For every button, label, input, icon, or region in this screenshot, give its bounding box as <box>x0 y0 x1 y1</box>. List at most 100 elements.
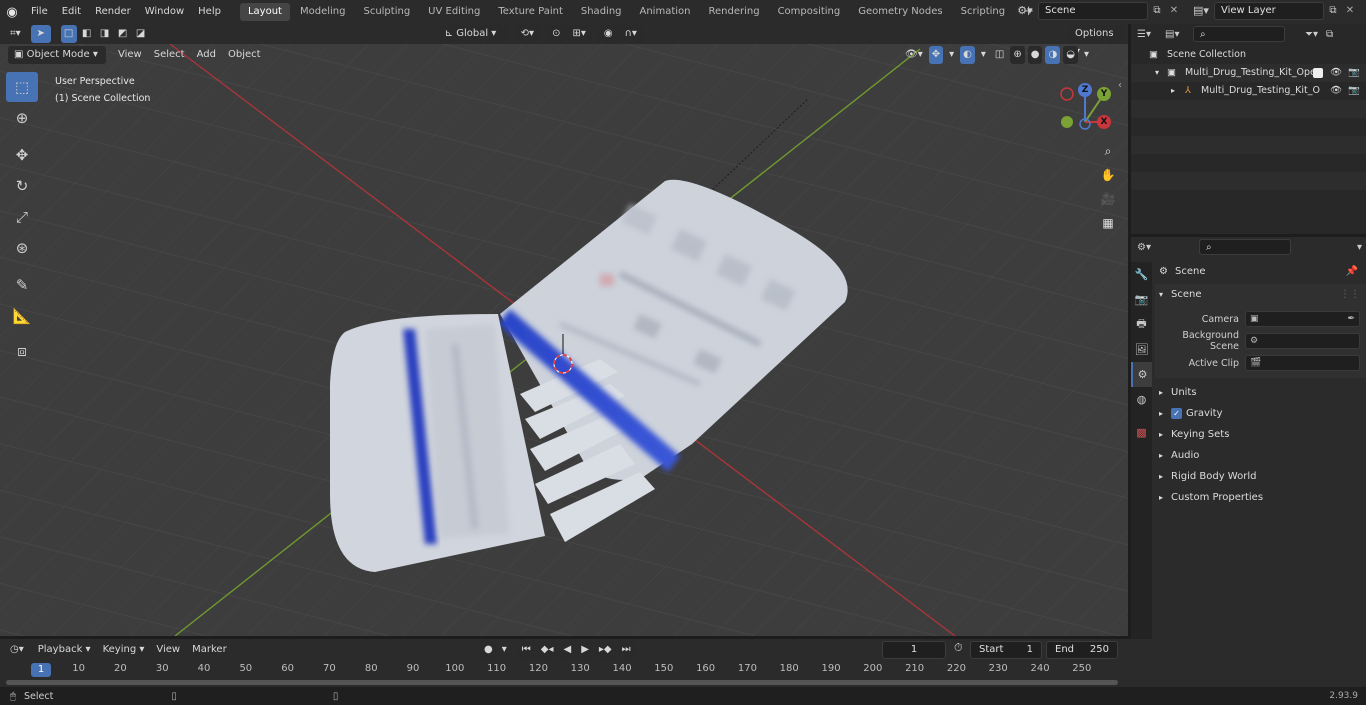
tab-modeling[interactable]: Modeling <box>292 3 354 21</box>
annotate-tool-icon[interactable]: ✎ <box>6 270 38 300</box>
gizmo-z-axis[interactable]: Z <box>1078 83 1092 97</box>
tab-scripting[interactable]: Scripting <box>953 3 1013 21</box>
eye-icon[interactable]: 👁 <box>1330 82 1342 100</box>
options-dropdown[interactable]: Options ▾ <box>1069 25 1125 57</box>
tab-compositing[interactable]: Compositing <box>770 3 849 21</box>
timeline-view-menu[interactable]: View <box>150 641 186 659</box>
visibility-icon[interactable]: 👁▾ <box>902 46 926 64</box>
3d-viewport[interactable]: User Perspective (1) Scene Collection Z … <box>0 24 1128 636</box>
camera-icon[interactable]: 📷 <box>1348 82 1360 100</box>
keying-menu[interactable]: Keying ▾ <box>97 641 151 659</box>
eyedropper-icon[interactable]: ✒ <box>1347 314 1355 324</box>
snap-target-icon[interactable]: ⊞▾ <box>566 25 592 43</box>
proportional-falloff-icon[interactable]: ∩▾ <box>618 25 643 43</box>
camera-view-icon[interactable]: 🎥 <box>1096 187 1120 211</box>
tab-rendering[interactable]: Rendering <box>700 3 767 21</box>
xray-icon[interactable]: ◫ <box>992 46 1007 64</box>
jump-end-icon[interactable]: ⏭ <box>617 641 635 659</box>
end-frame-field[interactable]: End 250 <box>1046 641 1118 659</box>
menu-render[interactable]: Render <box>88 0 138 24</box>
active-clip-field[interactable]: 🎬 <box>1245 355 1360 371</box>
solid-shading-icon[interactable]: ● <box>1027 46 1043 64</box>
scene-panel-header[interactable]: ▾ Scene ⋮⋮ <box>1155 284 1366 305</box>
rendered-shading-icon[interactable]: ◒ <box>1063 46 1078 64</box>
properties-options-icon[interactable]: ▾ <box>1357 242 1362 253</box>
move-tool-icon[interactable]: ✥ <box>6 140 38 170</box>
gizmo-toggle-icon[interactable]: ✥ <box>928 46 944 64</box>
record-icon[interactable]: ● <box>480 641 497 659</box>
scene-name-field[interactable]: Scene <box>1038 2 1148 20</box>
orientation-dropdown[interactable]: ⊾ Global ▾ <box>438 25 509 43</box>
expand-arrow-icon[interactable]: ▾ <box>1155 64 1167 82</box>
properties-editor-icon[interactable]: ⚙▾ <box>1137 242 1199 253</box>
select-box-icon[interactable]: ⬚ <box>6 72 38 102</box>
ortho-grid-icon[interactable]: ▦ <box>1096 211 1120 235</box>
tool-tab-icon[interactable]: 🔧 <box>1131 262 1152 287</box>
outliner-search-input[interactable]: ⌕ <box>1193 26 1285 42</box>
select-tool-icon[interactable]: ➤ <box>30 25 51 43</box>
menu-view[interactable]: View <box>112 46 148 64</box>
gravity-panel[interactable]: ▸ ✓ Gravity <box>1155 403 1366 424</box>
outliner-scene-collection[interactable]: ▣ Scene Collection <box>1131 46 1366 64</box>
gizmo-y-axis[interactable]: Y <box>1097 87 1111 101</box>
texture-tab-icon[interactable]: ▩ <box>1131 420 1152 445</box>
properties-search-input[interactable]: ⌕ <box>1199 239 1291 255</box>
proportional-edit-icon[interactable]: ◉ <box>597 25 619 43</box>
playback-menu[interactable]: Playback ▾ <box>32 641 97 659</box>
render-tab-icon[interactable]: 📷 <box>1131 287 1152 312</box>
units-panel[interactable]: ▸ Units <box>1155 382 1366 403</box>
rotate-tool-icon[interactable]: ↻ <box>6 171 38 201</box>
pin-icon[interactable]: 📌 <box>1346 261 1358 282</box>
play-reverse-icon[interactable]: ◀ <box>559 641 576 659</box>
play-icon[interactable]: ▶ <box>577 641 593 659</box>
select-subtract-icon[interactable]: ◨ <box>96 25 113 43</box>
navigation-gizmo[interactable]: Z Y X <box>1058 82 1114 144</box>
select-invert-icon[interactable]: ◩ <box>114 25 131 43</box>
pivot-point-icon[interactable]: ⟲▾ <box>514 25 541 43</box>
drag-handle-icon[interactable]: ⋮⋮ <box>1340 284 1360 305</box>
zoom-icon[interactable]: ⌕ <box>1096 139 1120 163</box>
gizmo-x-axis[interactable]: X <box>1097 115 1111 129</box>
frame-ruler[interactable]: 1 10 20 30 40 50 60 70 80 90 100 110 120 130 140 150 16… <box>0 661 1128 689</box>
menu-add[interactable]: Add <box>191 46 222 64</box>
tab-sculpting[interactable]: Sculpting <box>355 3 418 21</box>
menu-window[interactable]: Window <box>138 0 191 24</box>
eye-icon[interactable]: 👁 <box>1330 64 1342 82</box>
tab-texture-paint[interactable]: Texture Paint <box>490 3 571 21</box>
view-layer-tab-icon[interactable]: 🖼 <box>1131 337 1152 362</box>
audio-panel[interactable]: ▸ Audio <box>1155 445 1366 466</box>
keying-sets-panel[interactable]: ▸ Keying Sets <box>1155 424 1366 445</box>
scale-tool-icon[interactable]: ⤢ <box>6 202 38 232</box>
outliner-item[interactable]: ▾ ▣ Multi_Drug_Testing_Kit_Open 👁 📷 <box>1131 64 1366 82</box>
add-cube-tool-icon[interactable]: ⧈ <box>6 336 38 366</box>
current-frame-field[interactable]: 1 <box>882 641 946 659</box>
next-keyframe-icon[interactable]: ▸◆ <box>594 641 616 659</box>
overlay-toggle-icon[interactable]: ◐ <box>960 46 975 64</box>
select-intersect-icon[interactable]: ◪ <box>132 25 149 43</box>
tab-shading[interactable]: Shading <box>573 3 630 21</box>
background-scene-field[interactable]: ⚙ <box>1245 333 1360 349</box>
marker-menu[interactable]: Marker <box>186 641 233 659</box>
view-layer-field[interactable]: View Layer <box>1214 2 1324 20</box>
gizmo-dropdown-icon[interactable]: ▾ <box>946 46 957 64</box>
rigid-body-panel[interactable]: ▸ Rigid Body World <box>1155 466 1366 487</box>
camera-icon[interactable]: 📷 <box>1348 64 1360 82</box>
mode-dropdown[interactable]: ▣ Object Mode ▾ <box>8 46 106 64</box>
camera-field[interactable]: ▣ ✒ <box>1245 311 1360 327</box>
stopwatch-icon[interactable]: ⏱ <box>954 641 963 655</box>
sidebar-toggle-icon[interactable]: ‹ <box>1118 80 1122 91</box>
new-collection-icon[interactable]: ⧉ <box>1326 29 1333 40</box>
editor-type-icon[interactable]: ⌗▾ <box>4 25 27 43</box>
menu-file[interactable]: File <box>24 0 55 24</box>
new-scene-icon[interactable]: ⧉ <box>1148 2 1166 20</box>
menu-select[interactable]: Select <box>148 46 191 64</box>
snap-icon[interactable]: ⊙ <box>546 25 567 43</box>
timeline-scrollbar[interactable] <box>6 680 1118 685</box>
scene-tab-icon[interactable]: ⚙ <box>1131 362 1152 387</box>
pan-hand-icon[interactable]: ✋ <box>1096 163 1120 187</box>
select-new-icon[interactable]: □ <box>60 25 77 43</box>
timeline-editor-icon[interactable]: ◷▾ <box>8 641 26 659</box>
outliner-item[interactable]: ▸ ⅄ Multi_Drug_Testing_Kit_O 👁 📷 <box>1131 82 1366 100</box>
tab-uv-editing[interactable]: UV Editing <box>420 3 488 21</box>
view-layer-icon[interactable]: ▤▾ <box>1188 2 1214 20</box>
